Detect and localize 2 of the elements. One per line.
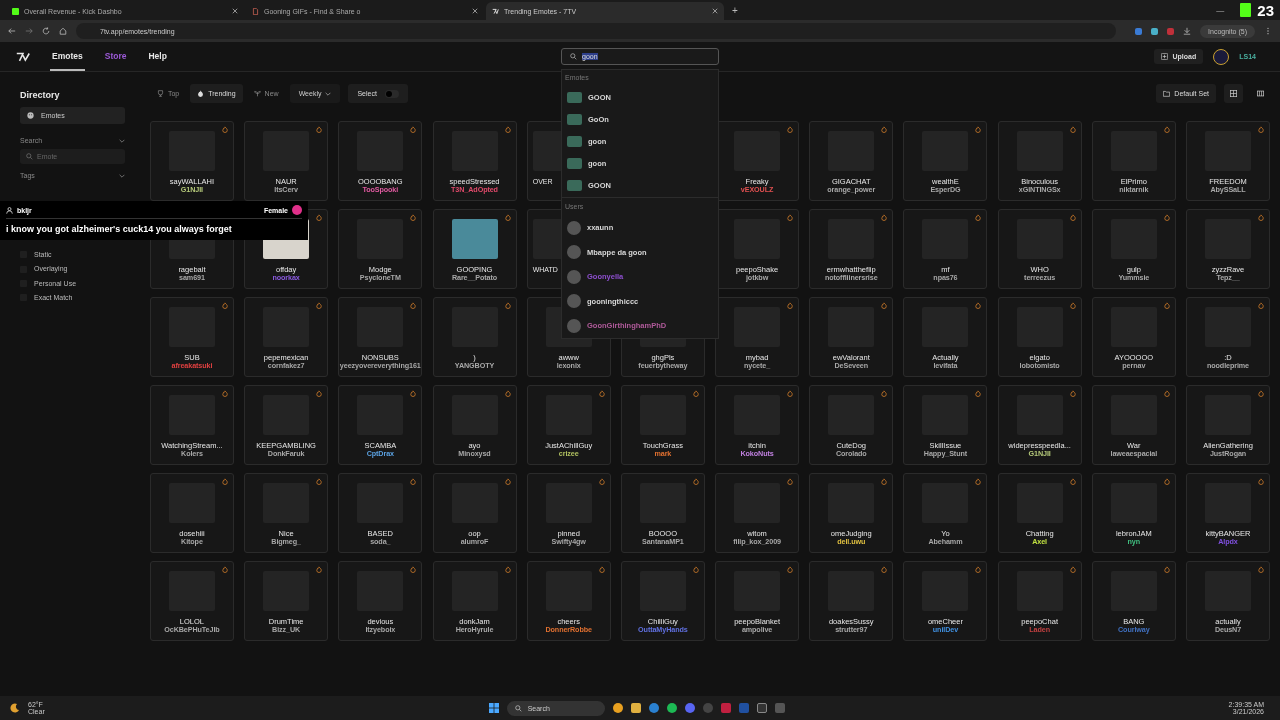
sidebar-title: Directory: [20, 90, 61, 100]
overlay-count: 23: [1257, 1, 1274, 19]
